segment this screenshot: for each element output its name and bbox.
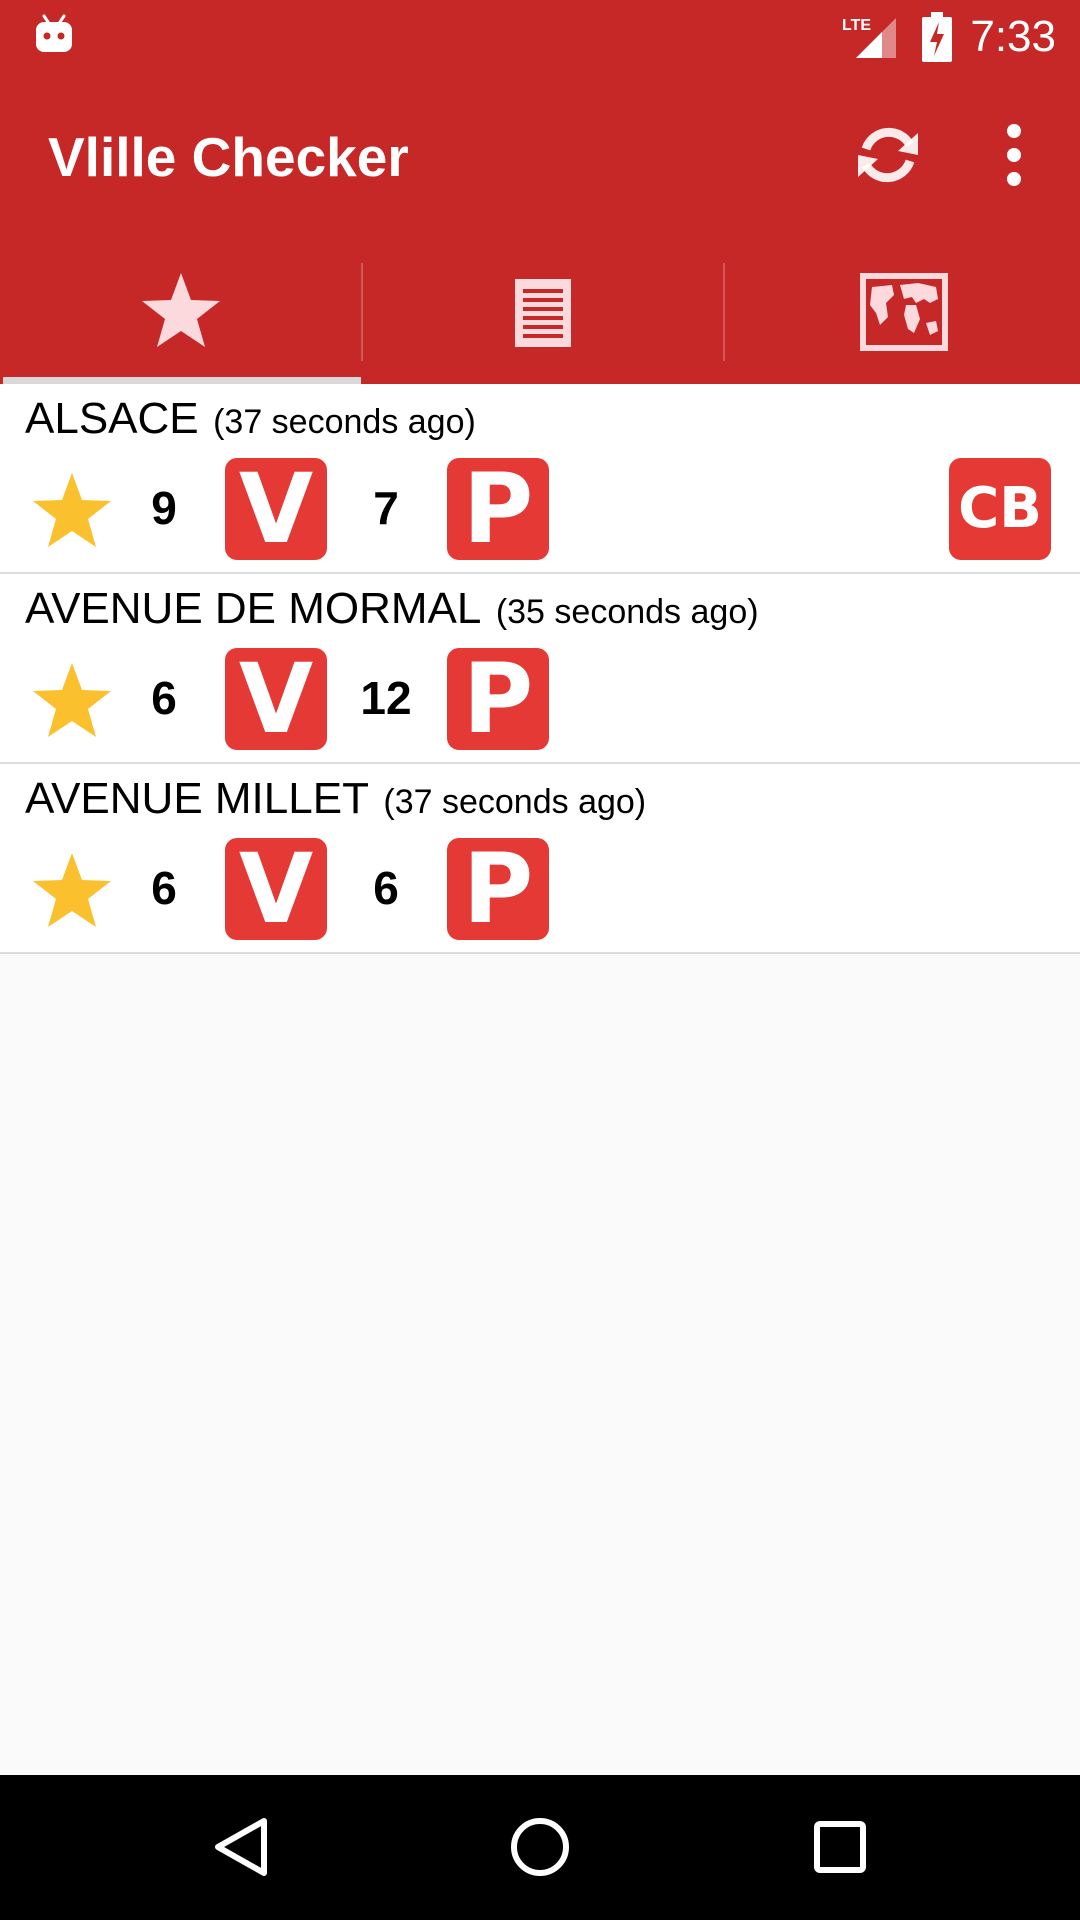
credit-card-badge: CB [949, 458, 1051, 560]
places-badge: P [447, 648, 549, 750]
station-updated: (35 seconds ago) [495, 593, 759, 631]
svg-text:LTE: LTE [842, 17, 871, 34]
toolbar: Vlille Checker [0, 75, 1080, 243]
bikes-count: 6 [151, 672, 177, 724]
station-row[interactable]: AVENUE MILLET (37 seconds ago) 6 V 6 P [0, 764, 1080, 954]
map-icon [860, 273, 948, 351]
station-name: AVENUE MILLET [25, 774, 369, 823]
favorite-star-icon[interactable] [30, 469, 114, 549]
places-count: 12 [360, 672, 412, 724]
favorite-star-icon[interactable] [30, 849, 114, 929]
favorite-star-icon[interactable] [30, 659, 114, 739]
battery-charging-icon [922, 12, 952, 62]
places-badge: P [447, 458, 549, 560]
station-name: AVENUE DE MORMAL [25, 584, 482, 633]
screen: LTE 7:33 Vlille Checker ALSACE (37 secon… [0, 0, 1080, 1920]
bikes-badge: V [225, 648, 327, 750]
status-bar: LTE 7:33 [0, 0, 1080, 75]
tab-list[interactable] [362, 243, 722, 384]
tab-selected-indicator [3, 377, 361, 384]
tab-favorites[interactable] [0, 243, 360, 384]
more-vert-icon[interactable] [990, 115, 1038, 195]
navigation-bar [0, 1775, 1080, 1920]
tab-bar [0, 243, 1080, 384]
station-list: ALSACE (37 seconds ago) 9 V 7 P CB AVENU… [0, 384, 1080, 954]
recents-icon[interactable] [790, 1797, 890, 1897]
bikes-badge: V [225, 458, 327, 560]
places-count: 7 [373, 482, 399, 534]
back-icon[interactable] [190, 1797, 290, 1897]
refresh-icon[interactable] [848, 115, 928, 195]
station-updated: (37 seconds ago) [213, 403, 476, 441]
lte-signal-icon: LTE [842, 17, 896, 58]
station-row[interactable]: AVENUE DE MORMAL (35 seconds ago) 6 V 12… [0, 574, 1080, 764]
station-updated: (37 seconds ago) [383, 783, 647, 821]
station-name: ALSACE [25, 394, 199, 443]
places-count: 6 [373, 862, 399, 914]
bikes-count: 6 [151, 862, 177, 914]
station-row[interactable]: ALSACE (37 seconds ago) 9 V 7 P CB [0, 384, 1080, 574]
tab-map[interactable] [724, 243, 1080, 384]
bikes-badge: V [225, 838, 327, 940]
places-badge: P [447, 838, 549, 940]
android-notification-icon [36, 14, 72, 52]
clock: 7:33 [970, 12, 1056, 61]
star-icon [142, 273, 220, 347]
bikes-count: 9 [151, 482, 177, 534]
home-icon[interactable] [490, 1797, 590, 1897]
list-icon [515, 279, 571, 347]
app-title: Vlille Checker [48, 126, 409, 188]
